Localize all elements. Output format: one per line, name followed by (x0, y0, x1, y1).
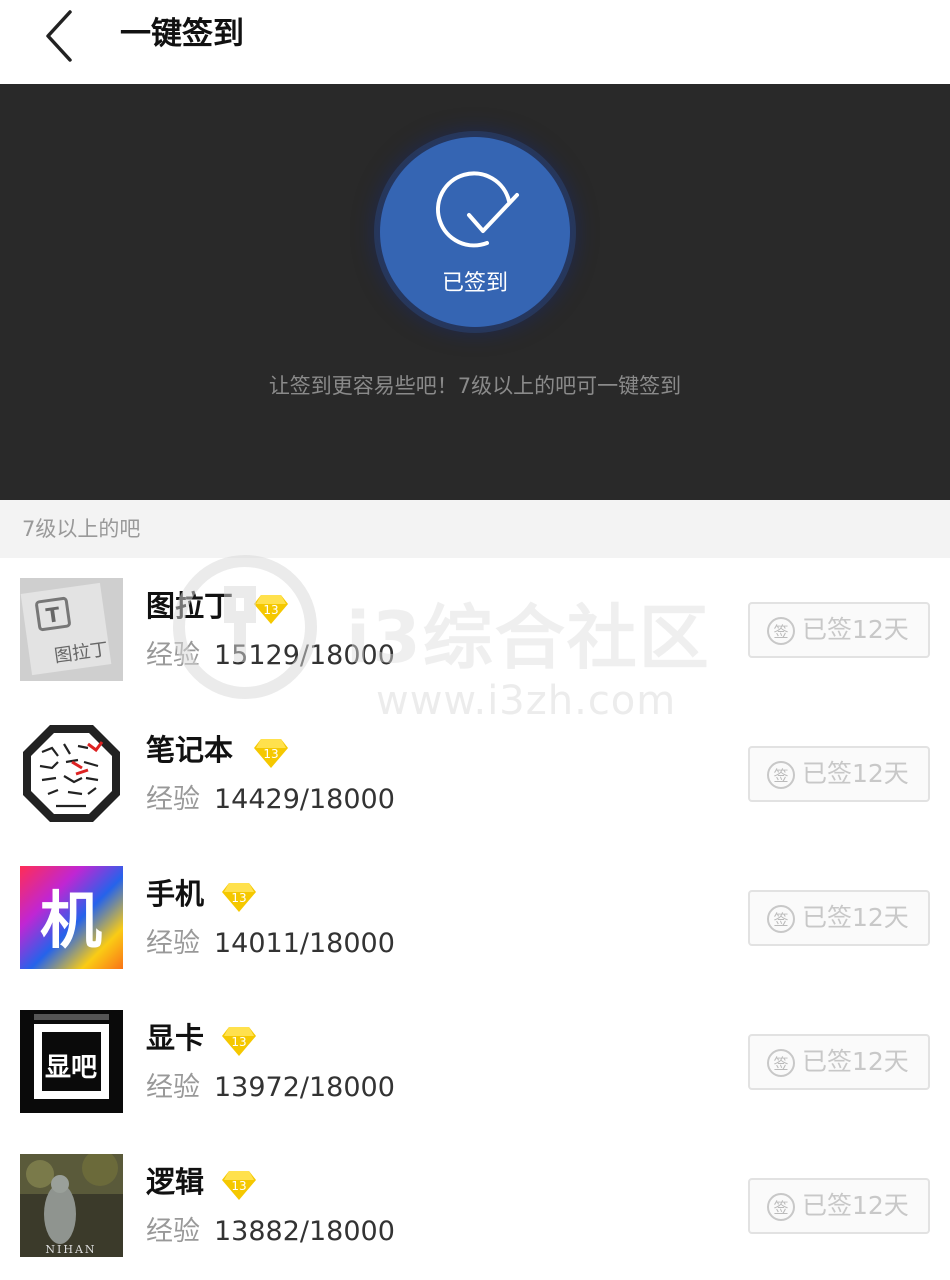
forum-name: 笔记本 (146, 733, 234, 767)
forum-avatar: 机 (20, 866, 123, 969)
sign-stamp-icon: 签 (767, 761, 795, 789)
signed-days-label: 已签12天 (802, 1191, 909, 1220)
forum-name: 显卡 (146, 1021, 205, 1055)
forum-exp: 经验 14011/18000 (146, 924, 395, 964)
forum-row[interactable]: NIHAN 逻辑 13 经验 13882/18000 签 已签12天 (0, 1134, 950, 1278)
stamp-char: 签 (773, 911, 788, 929)
forum-name: 逻辑 (146, 1165, 205, 1199)
sign-in-status: 已签到 (441, 271, 508, 296)
forum-row[interactable]: 机 手机 13 经验 14011/18000 签 已签12天 (0, 846, 950, 990)
sign-in-button[interactable]: 已签到 (380, 137, 570, 327)
stamp-char: 签 (773, 767, 788, 785)
level-number: 13 (263, 603, 278, 617)
stamp-char: 签 (773, 1199, 788, 1217)
header-bar: 一键签到 (0, 0, 950, 84)
exp-label: 经验 (146, 928, 200, 959)
forum-avatar (20, 722, 123, 825)
diamond-level-icon: 13 (254, 595, 288, 624)
signed-days-button[interactable]: 签 已签12天 (748, 1178, 930, 1234)
check-circle-icon (436, 171, 519, 248)
exp-label: 经验 (146, 640, 200, 671)
exp-value: 14429/18000 (214, 784, 395, 815)
stamp-char: 签 (773, 623, 788, 641)
sign-stamp-icon: 签 (767, 1193, 795, 1221)
forum-avatar: 显吧 (20, 1010, 123, 1113)
level-number: 13 (231, 1035, 246, 1049)
level-number: 13 (231, 891, 246, 905)
forum-name: 图拉丁 (146, 589, 234, 623)
exp-value: 13882/18000 (214, 1216, 395, 1247)
exp-value: 13972/18000 (214, 1072, 395, 1103)
avatar-text: 显吧 (45, 1053, 97, 1083)
forum-list: T 图拉丁 图拉丁 13 经验 15129/18000 签 已签12天 笔记本 … (0, 558, 950, 1278)
signed-days-label: 已签12天 (802, 903, 909, 932)
diamond-level-icon: 13 (254, 739, 288, 768)
signed-days-button[interactable]: 签 已签12天 (748, 602, 930, 658)
exp-label: 经验 (146, 784, 200, 815)
level-number: 13 (231, 1179, 246, 1193)
signed-days-button[interactable]: 签 已签12天 (748, 746, 930, 802)
signed-days-label: 已签12天 (802, 759, 909, 788)
forum-exp: 经验 13882/18000 (146, 1212, 395, 1252)
section-label: 7级以上的吧 (0, 500, 950, 558)
forum-avatar: NIHAN (20, 1154, 123, 1257)
diamond-level-icon: 13 (222, 1171, 256, 1200)
forum-exp: 经验 13972/18000 (146, 1068, 395, 1108)
exp-value: 14011/18000 (214, 928, 395, 959)
forum-avatar: T 图拉丁 (20, 578, 123, 681)
forum-name: 手机 (146, 877, 205, 911)
avatar-text: 机 (40, 884, 102, 957)
back-button[interactable] (30, 6, 90, 66)
page-title: 一键签到 (120, 16, 244, 52)
forum-row[interactable]: 显吧 显卡 13 经验 13972/18000 签 已签12天 (0, 990, 950, 1134)
exp-label: 经验 (146, 1072, 200, 1103)
avatar-text: NIHAN (45, 1243, 96, 1256)
chevron-left-icon (46, 10, 72, 62)
forum-row[interactable]: T 图拉丁 图拉丁 13 经验 15129/18000 签 已签12天 (0, 558, 950, 702)
forum-exp: 经验 14429/18000 (146, 780, 395, 820)
sign-stamp-icon: 签 (767, 905, 795, 933)
sign-stamp-icon: 签 (767, 1049, 795, 1077)
signed-days-label: 已签12天 (802, 615, 909, 644)
forum-exp: 经验 15129/18000 (146, 636, 395, 676)
exp-label: 经验 (146, 1216, 200, 1247)
level-number: 13 (263, 747, 278, 761)
banner-tip: 让签到更容易些吧！7级以上的吧可一键签到 (268, 374, 682, 398)
signed-days-button[interactable]: 签 已签12天 (748, 890, 930, 946)
stamp-char: 签 (773, 1055, 788, 1073)
signed-days-label: 已签12天 (802, 1047, 909, 1076)
forum-row[interactable]: 笔记本 13 经验 14429/18000 签 已签12天 (0, 702, 950, 846)
exp-value: 15129/18000 (214, 640, 395, 671)
signed-days-button[interactable]: 签 已签12天 (748, 1034, 930, 1090)
sign-stamp-icon: 签 (767, 617, 795, 645)
diamond-level-icon: 13 (222, 883, 256, 912)
diamond-level-icon: 13 (222, 1027, 256, 1056)
sign-in-banner: 已签到 让签到更容易些吧！7级以上的吧可一键签到 (0, 84, 950, 500)
